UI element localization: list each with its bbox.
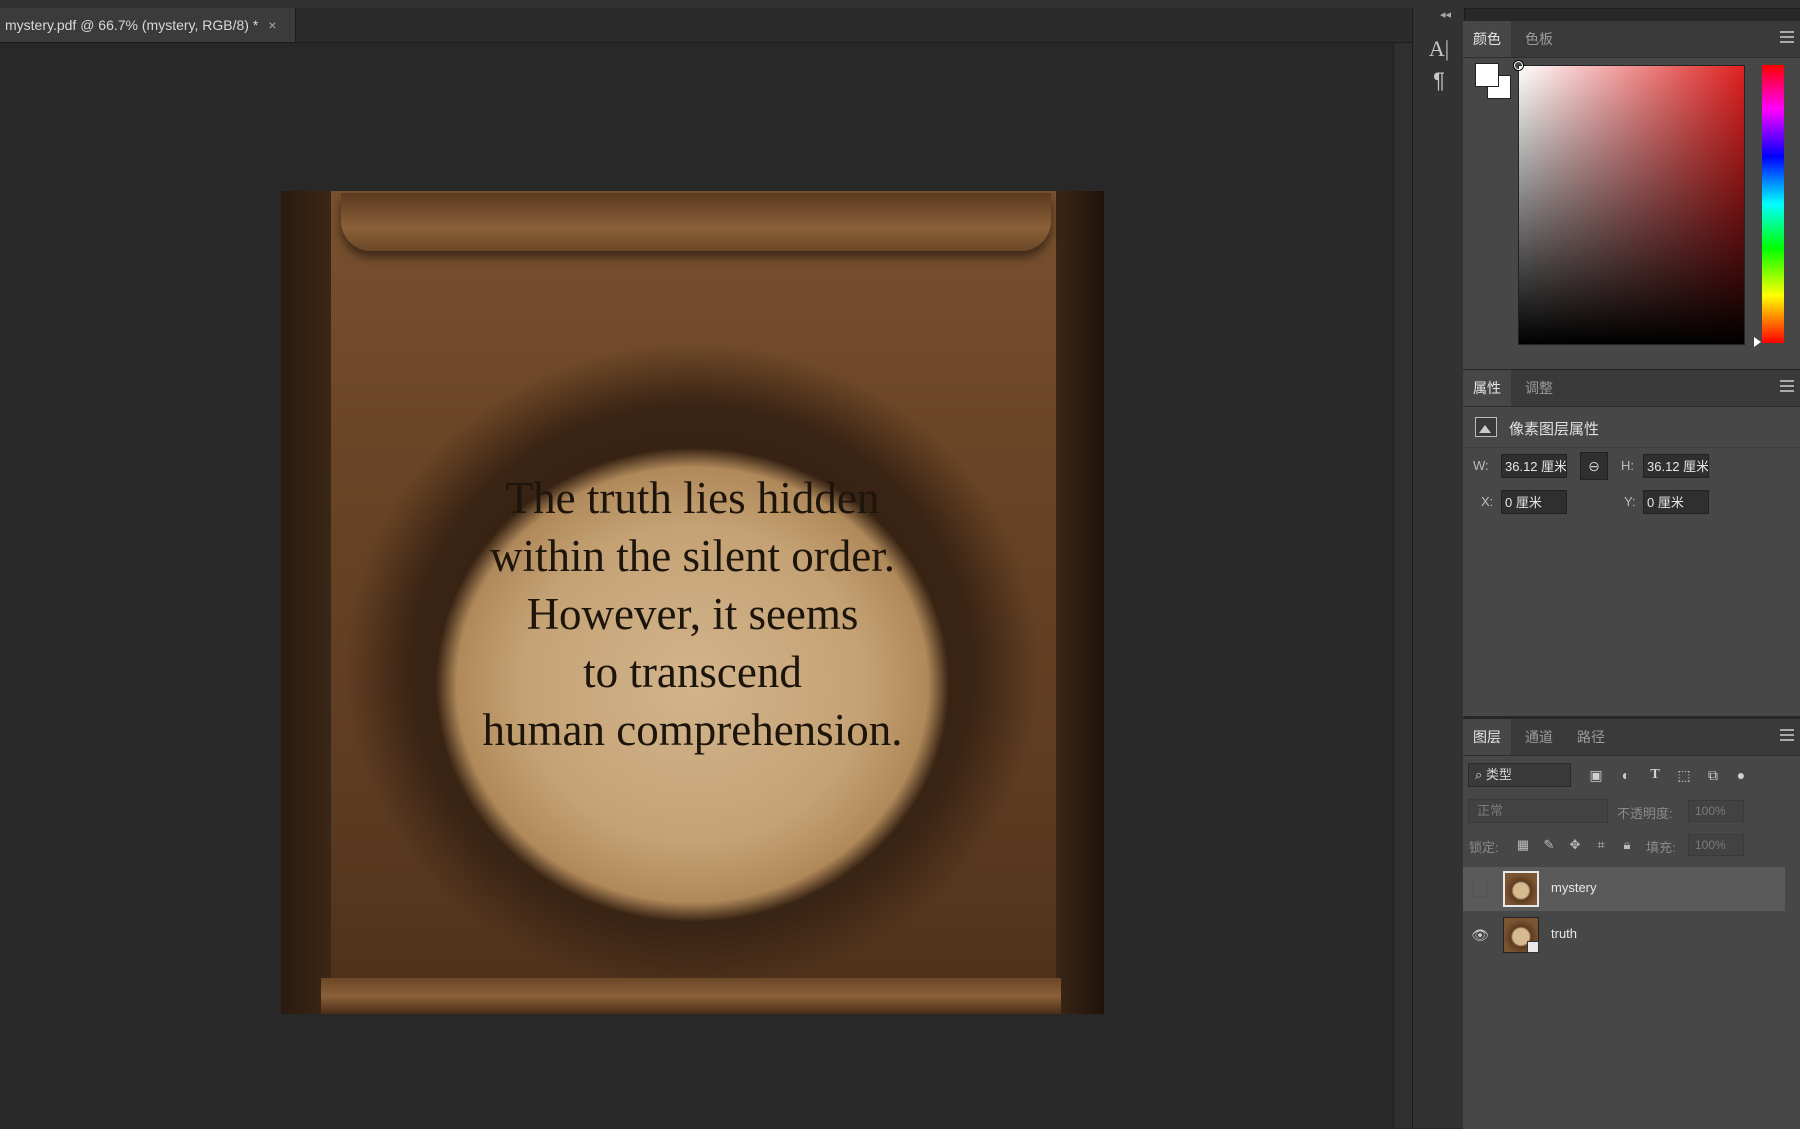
height-field[interactable]: 36.12 厘米 (1643, 454, 1709, 478)
collapse-panels-icon[interactable]: ◂◂ (1440, 8, 1451, 21)
close-icon[interactable]: × (268, 17, 276, 33)
eye-icon[interactable]: 👁︎ (1471, 926, 1489, 944)
blend-mode-select[interactable]: 正常 (1468, 799, 1608, 823)
scroll-top-roll (341, 193, 1051, 251)
lock-image-pixels-icon[interactable]: ✎ (1541, 837, 1557, 853)
hue-slider[interactable] (1762, 65, 1784, 343)
layers-panel-tabs: 图层 通道 路径 (1463, 719, 1800, 756)
smart-object-badge-icon (1527, 941, 1539, 953)
document-tab[interactable]: mystery.pdf @ 66.7% (mystery, RGB/8) * × (0, 8, 296, 42)
tab-paths[interactable]: 路径 (1567, 719, 1615, 755)
artwork-line: to transcend (583, 647, 802, 697)
artwork-line: within the silent order. (490, 531, 895, 581)
panel-menu-icon[interactable] (1780, 31, 1794, 43)
filter-adjustment-layers-icon[interactable]: ◐ (1618, 767, 1634, 783)
filter-shape-layers-icon[interactable]: ⬚ (1676, 767, 1692, 783)
filter-type-layers-icon[interactable]: T (1647, 767, 1663, 783)
artwork-line: The truth lies hidden (505, 473, 880, 523)
visibility-toggle-off[interactable] (1472, 881, 1488, 897)
tab-swatches[interactable]: 色板 (1515, 21, 1563, 57)
lock-transparent-pixels-icon[interactable]: ▦ (1515, 837, 1531, 853)
document-tab-title: mystery.pdf @ 66.7% (mystery, RGB/8) * (5, 17, 259, 33)
lock-artboard-icon[interactable]: ⌗ (1593, 837, 1609, 853)
document-tab-bar: mystery.pdf @ 66.7% (mystery, RGB/8) * × (0, 8, 1412, 43)
lock-label: 锁定: (1469, 840, 1499, 855)
artwork-line: human comprehension. (482, 705, 903, 755)
fill-field[interactable]: 100% (1688, 834, 1744, 856)
fill-label: 填充: (1646, 840, 1676, 855)
x-position-field[interactable]: 0 厘米 (1501, 490, 1567, 514)
artwork-line: However, it seems (526, 589, 859, 639)
layer-name: mystery (1551, 880, 1597, 895)
tab-layers[interactable]: 图层 (1463, 719, 1511, 755)
opacity-field[interactable]: 100% (1688, 800, 1744, 822)
properties-panel-tabs: 属性 调整 (1463, 370, 1800, 407)
filter-toggle-icon[interactable]: ● (1733, 767, 1749, 783)
tab-adjustments[interactable]: 调整 (1515, 370, 1563, 406)
filter-smart-objects-icon[interactable]: ⧉ (1705, 767, 1721, 783)
layer-thumbnail (1503, 871, 1539, 907)
scroll-bottom-roll (321, 978, 1061, 1014)
search-icon: ⌕ (1475, 767, 1486, 782)
layer-row-truth[interactable]: 👁︎ truth (1463, 913, 1785, 957)
tab-channels[interactable]: 通道 (1515, 719, 1563, 755)
height-label: H: (1621, 458, 1634, 473)
properties-title: 像素图层属性 (1509, 421, 1600, 438)
panel-menu-icon[interactable] (1780, 729, 1794, 741)
y-position-field[interactable]: 0 厘米 (1643, 490, 1709, 514)
lock-position-icon[interactable]: ✥ (1567, 837, 1583, 853)
width-field[interactable]: 36.12 厘米 (1501, 454, 1567, 478)
lock-all-icon[interactable]: 🔒︎ (1619, 837, 1635, 853)
panel-toolstrip (1412, 8, 1465, 1128)
character-panel-icon[interactable]: A| (1422, 34, 1456, 64)
color-panel: 颜色 色板 (1463, 20, 1800, 369)
document-canvas-image[interactable]: The truth lies hidden within the silent … (281, 191, 1104, 1014)
opacity-label: 不透明度: (1617, 806, 1673, 821)
layer-name: truth (1551, 926, 1578, 941)
tab-color[interactable]: 颜色 (1463, 21, 1511, 57)
artwork-text: The truth lies hidden within the silent … (281, 469, 1104, 759)
tab-properties[interactable]: 属性 (1463, 370, 1511, 406)
x-label: X: (1481, 494, 1494, 509)
blend-row: 正常 不透明度: 100% (1463, 795, 1800, 827)
foreground-color-swatch[interactable] (1475, 63, 1499, 87)
layer-filter-select[interactable]: ⌕ 类型 (1468, 763, 1571, 787)
layer-filter-row: ⌕ 类型 ▣ ◐ T ⬚ ⧉ ● (1463, 755, 1800, 793)
properties-header: 像素图层属性 (1463, 407, 1800, 448)
saturation-brightness-field[interactable] (1518, 65, 1745, 345)
vertical-scrollbar[interactable] (1393, 43, 1413, 1128)
y-label: Y: (1624, 494, 1636, 509)
link-dimensions-icon[interactable]: ⊖ (1580, 452, 1608, 480)
color-panel-tabs: 颜色 色板 (1463, 21, 1800, 58)
pixel-layer-icon (1475, 417, 1497, 437)
layers-panel: 图层 通道 路径 ⌕ 类型 ▣ ◐ T ⬚ ⧉ ● 正常 不透明度: 100% … (1463, 718, 1800, 1129)
hue-slider-marker[interactable] (1754, 337, 1761, 347)
lock-row: 锁定: ▦ ✎ ✥ ⌗ 🔒︎ 填充: 100% (1463, 829, 1800, 861)
paragraph-panel-icon[interactable]: ¶ (1422, 66, 1456, 96)
panel-menu-icon[interactable] (1780, 380, 1794, 392)
width-label: W: (1473, 458, 1489, 473)
color-picker-handle[interactable] (1514, 61, 1523, 70)
filter-pixel-layers-icon[interactable]: ▣ (1588, 767, 1604, 783)
properties-panel: 属性 调整 像素图层属性 W: 36.12 厘米 ⊖ H: 36.12 厘米 X… (1463, 369, 1800, 716)
layer-filter-label: 类型 (1485, 767, 1512, 782)
layer-row-mystery[interactable]: mystery (1463, 867, 1785, 911)
